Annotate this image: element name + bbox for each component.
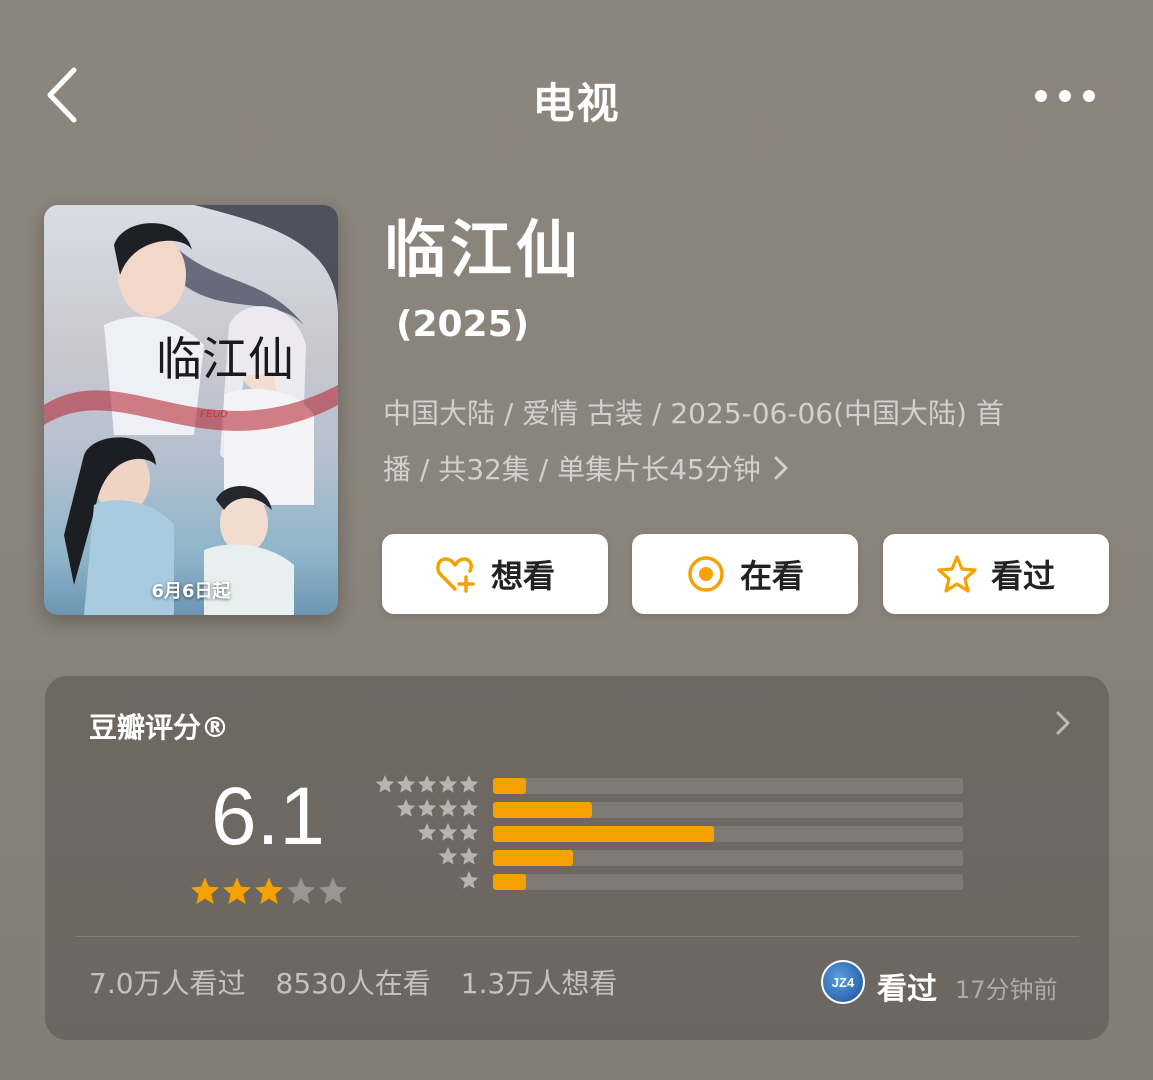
watched-button[interactable]: 看过 [883, 534, 1109, 614]
show-meta-line1: 中国大陆 / 爱情 古装 / 2025-06-06(中国大陆) 首 [383, 397, 1004, 430]
rating-bar-track [493, 778, 963, 794]
star-icon [417, 775, 437, 793]
star-empty-icon [287, 877, 315, 904]
show-meta-line2-wrap: 播 / 共32集 / 单集片长45分钟 [383, 442, 1103, 498]
star-icon [459, 799, 479, 817]
star-icon [459, 823, 479, 841]
rating-level-stars [375, 774, 479, 794]
star-outline-icon [937, 555, 977, 593]
chevron-right-icon[interactable] [1053, 708, 1073, 738]
rating-bar-fill [493, 778, 526, 794]
rating-card-title: 豆瓣评分® [89, 711, 230, 744]
want-count: 1.3万人想看 [460, 967, 618, 1000]
watching-button[interactable]: 在看 [632, 534, 858, 614]
watching-count: 8530人在看 [275, 967, 431, 1000]
rating-bar-track [493, 826, 963, 842]
svg-text:临江仙: 临江仙 [156, 332, 294, 386]
rating-level-stars [396, 798, 479, 818]
chevron-right-icon [774, 456, 788, 480]
watching-label: 在看 [739, 557, 804, 595]
star-icon [417, 823, 437, 841]
star-icon [459, 775, 479, 793]
user-status-time: 17分钟前 [955, 976, 1058, 1004]
show-meta-line2: 播 / 共32集 / 单集片长45分钟 [383, 453, 761, 486]
target-circle-icon [688, 556, 724, 592]
star-icon [438, 799, 458, 817]
rating-stars [190, 876, 348, 906]
star-filled-icon [191, 877, 219, 904]
heart-plus-icon [436, 557, 475, 593]
star-empty-icon [319, 877, 347, 904]
star-icon [438, 823, 458, 841]
want-to-watch-label: 想看 [490, 557, 555, 595]
show-year: (2025) [396, 304, 530, 345]
rating-level-stars [417, 822, 479, 842]
more-dots-icon [1035, 90, 1095, 102]
star-icon [459, 871, 479, 889]
star-icon [417, 799, 437, 817]
rating-bar-fill [493, 802, 592, 818]
rating-stats: 7.0万人看过 8530人在看 1.3万人想看 [89, 962, 617, 1002]
show-meta[interactable]: 中国大陆 / 爱情 古装 / 2025-06-06(中国大陆) 首 播 / 共3… [383, 386, 1103, 498]
star-icon [375, 775, 395, 793]
star-filled-icon [255, 877, 283, 904]
rating-score: 6.1 [211, 771, 325, 862]
show-title: 临江仙 [384, 213, 583, 286]
rating-bar-track [493, 874, 963, 890]
rating-card[interactable]: 豆瓣评分® 6.1 7.0万人看过 8530人在看 1.3万人想看 JZ4 看过… [45, 676, 1109, 1040]
user-status: 看过 [877, 972, 937, 1007]
watched-count: 7.0万人看过 [89, 967, 246, 1000]
watched-label: 看过 [990, 557, 1055, 595]
rating-bar-fill [493, 826, 714, 842]
star-filled-icon [223, 877, 251, 904]
poster-date-label: 6月6日起 [151, 581, 231, 602]
rating-bar-track [493, 802, 963, 818]
star-icon [438, 847, 458, 865]
more-button[interactable] [1030, 84, 1100, 108]
want-to-watch-button[interactable]: 想看 [382, 534, 608, 614]
rating-level-stars [459, 870, 479, 890]
rating-level-stars [438, 846, 479, 866]
star-icon [396, 799, 416, 817]
rating-bar-track [493, 850, 963, 866]
rating-bar-fill [493, 850, 573, 866]
page-title: 电视 [532, 79, 621, 128]
avatar[interactable]: JZ4 [821, 960, 865, 1004]
poster-image[interactable]: 临江仙 FEUD 6月6日起 [44, 205, 338, 615]
star-icon [396, 775, 416, 793]
star-icon [459, 847, 479, 865]
star-icon [438, 775, 458, 793]
divider [75, 936, 1079, 937]
rating-bar-fill [493, 874, 526, 890]
svg-text:FEUD: FEUD [200, 409, 227, 420]
